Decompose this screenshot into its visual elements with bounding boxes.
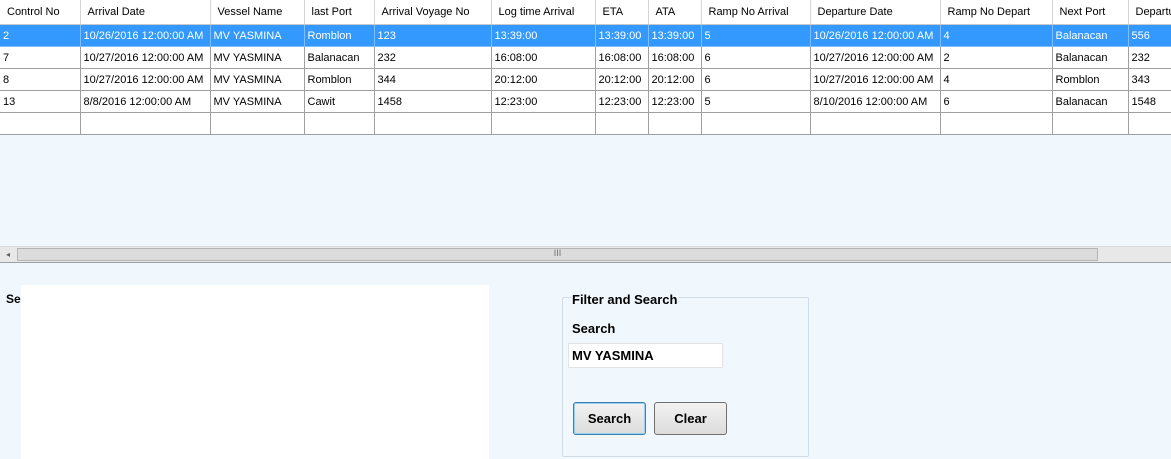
table-cell[interactable]: Balanacan: [304, 46, 375, 69]
filter-group-title: Filter and Search: [572, 292, 680, 307]
table-cell[interactable]: 8: [0, 68, 81, 91]
table-cell[interactable]: 123: [374, 24, 492, 47]
column-header-vessel-name[interactable]: Vessel Name: [210, 0, 305, 25]
table-cell[interactable]: 10/27/2016 12:00:00 AM: [810, 68, 941, 91]
table-cell[interactable]: [1052, 112, 1129, 135]
vessel-table: Control No Arrival Date Vessel Name last…: [0, 0, 1171, 135]
vessel-data-grid[interactable]: Control No Arrival Date Vessel Name last…: [0, 0, 1171, 263]
column-header-next-port[interactable]: Next Port: [1052, 0, 1129, 25]
table-cell[interactable]: 16:08:00: [595, 46, 649, 69]
column-header-ramp-no-arrival[interactable]: Ramp No Arrival: [701, 0, 811, 25]
column-header-log-time-arrival[interactable]: Log time Arrival: [491, 0, 596, 25]
table-cell[interactable]: [374, 112, 492, 135]
table-cell[interactable]: 20:12:00: [595, 68, 649, 91]
table-cell[interactable]: Cawit: [304, 90, 375, 113]
table-cell[interactable]: [304, 112, 375, 135]
table-cell[interactable]: MV YASMINA: [210, 24, 305, 47]
column-header-arrival-date[interactable]: Arrival Date: [80, 0, 211, 25]
table-cell[interactable]: Balanacan: [1052, 46, 1129, 69]
table-cell[interactable]: 12:23:00: [648, 90, 702, 113]
column-header-departure-date[interactable]: Departure Date: [810, 0, 941, 25]
table-row[interactable]: 8 10/27/2016 12:00:00 AM MV YASMINA Romblon…: [0, 68, 1171, 91]
column-header-eta[interactable]: ETA: [595, 0, 649, 25]
column-header-last-port[interactable]: last Port: [304, 0, 375, 25]
table-cell[interactable]: MV YASMINA: [210, 46, 305, 69]
table-cell[interactable]: 556: [1128, 24, 1171, 47]
table-cell[interactable]: Romblon: [304, 68, 375, 91]
table-cell[interactable]: 343: [1128, 68, 1171, 91]
table-cell[interactable]: 10/26/2016 12:00:00 AM: [80, 24, 211, 47]
table-cell[interactable]: 10/27/2016 12:00:00 AM: [810, 46, 941, 69]
table-cell[interactable]: 12:23:00: [595, 90, 649, 113]
search-button[interactable]: Search: [573, 402, 646, 435]
table-cell[interactable]: 1458: [374, 90, 492, 113]
table-cell[interactable]: 1548: [1128, 90, 1171, 113]
table-cell[interactable]: [80, 112, 211, 135]
table-cell[interactable]: Romblon: [304, 24, 375, 47]
table-cell[interactable]: 6: [701, 46, 811, 69]
scroll-left-arrow-icon[interactable]: ◂: [0, 247, 16, 262]
table-cell[interactable]: 10/27/2016 12:00:00 AM: [80, 46, 211, 69]
table-cell[interactable]: [491, 112, 596, 135]
table-cell[interactable]: 4: [940, 24, 1053, 47]
search-input[interactable]: [568, 343, 723, 368]
horizontal-scrollbar[interactable]: ◂ III: [0, 246, 1171, 263]
table-cell[interactable]: Romblon: [1052, 68, 1129, 91]
table-cell[interactable]: MV YASMINA: [210, 68, 305, 91]
table-cell[interactable]: 8/8/2016 12:00:00 AM: [80, 90, 211, 113]
table-cell[interactable]: 13:39:00: [648, 24, 702, 47]
table-cell[interactable]: [595, 112, 649, 135]
table-cell[interactable]: [940, 112, 1053, 135]
table-cell[interactable]: 20:12:00: [491, 68, 596, 91]
table-row[interactable]: 13 8/8/2016 12:00:00 AM MV YASMINA Cawit 145…: [0, 90, 1171, 113]
table-cell[interactable]: 13: [0, 90, 81, 113]
table-row[interactable]: 7 10/27/2016 12:00:00 AM MV YASMINA Balanac…: [0, 46, 1171, 69]
clear-button[interactable]: Clear: [654, 402, 727, 435]
search-label: Search: [572, 321, 616, 336]
table-cell[interactable]: [701, 112, 811, 135]
column-header-ata[interactable]: ATA: [648, 0, 702, 25]
table-cell[interactable]: 10/27/2016 12:00:00 AM: [80, 68, 211, 91]
table-cell[interactable]: Balanacan: [1052, 24, 1129, 47]
table-cell[interactable]: 16:08:00: [491, 46, 596, 69]
table-cell[interactable]: 13:39:00: [595, 24, 649, 47]
table-cell[interactable]: 6: [940, 90, 1053, 113]
table-cell[interactable]: 232: [374, 46, 492, 69]
table-cell[interactable]: 2: [940, 46, 1053, 69]
table-cell[interactable]: [810, 112, 941, 135]
table-cell[interactable]: 20:12:00: [648, 68, 702, 91]
table-cell[interactable]: 344: [374, 68, 492, 91]
table-cell[interactable]: 5: [701, 24, 811, 47]
table-cell[interactable]: [0, 112, 81, 135]
table-cell[interactable]: 5: [701, 90, 811, 113]
table-cell[interactable]: 6: [701, 68, 811, 91]
table-cell[interactable]: [210, 112, 305, 135]
table-cell[interactable]: [1128, 112, 1171, 135]
table-cell[interactable]: 12:23:00: [491, 90, 596, 113]
table-cell[interactable]: Balanacan: [1052, 90, 1129, 113]
column-header-ramp-no-depart[interactable]: Ramp No Depart: [940, 0, 1053, 25]
scrollbar-thumb[interactable]: III: [17, 248, 1098, 261]
column-header-departure[interactable]: Departu: [1128, 0, 1171, 25]
table-cell[interactable]: [648, 112, 702, 135]
table-cell[interactable]: 2: [0, 24, 81, 47]
table-cell[interactable]: 4: [940, 68, 1053, 91]
results-panel: [21, 285, 489, 459]
table-cell[interactable]: 232: [1128, 46, 1171, 69]
column-header-arrival-voyage-no[interactable]: Arrival Voyage No: [374, 0, 492, 25]
table-cell[interactable]: 8/10/2016 12:00:00 AM: [810, 90, 941, 113]
column-header-control-no[interactable]: Control No: [0, 0, 81, 25]
table-cell[interactable]: 10/26/2016 12:00:00 AM: [810, 24, 941, 47]
table-cell[interactable]: MV YASMINA: [210, 90, 305, 113]
table-cell[interactable]: 16:08:00: [648, 46, 702, 69]
header-row: Control No Arrival Date Vessel Name last…: [0, 0, 1171, 25]
truncated-search-label: Se: [6, 292, 21, 306]
table-row-new[interactable]: [0, 112, 1171, 135]
table-cell[interactable]: 13:39:00: [491, 24, 596, 47]
table-row[interactable]: 2 10/26/2016 12:00:00 AM MV YASMINA Romblon…: [0, 24, 1171, 47]
table-cell[interactable]: 7: [0, 46, 81, 69]
